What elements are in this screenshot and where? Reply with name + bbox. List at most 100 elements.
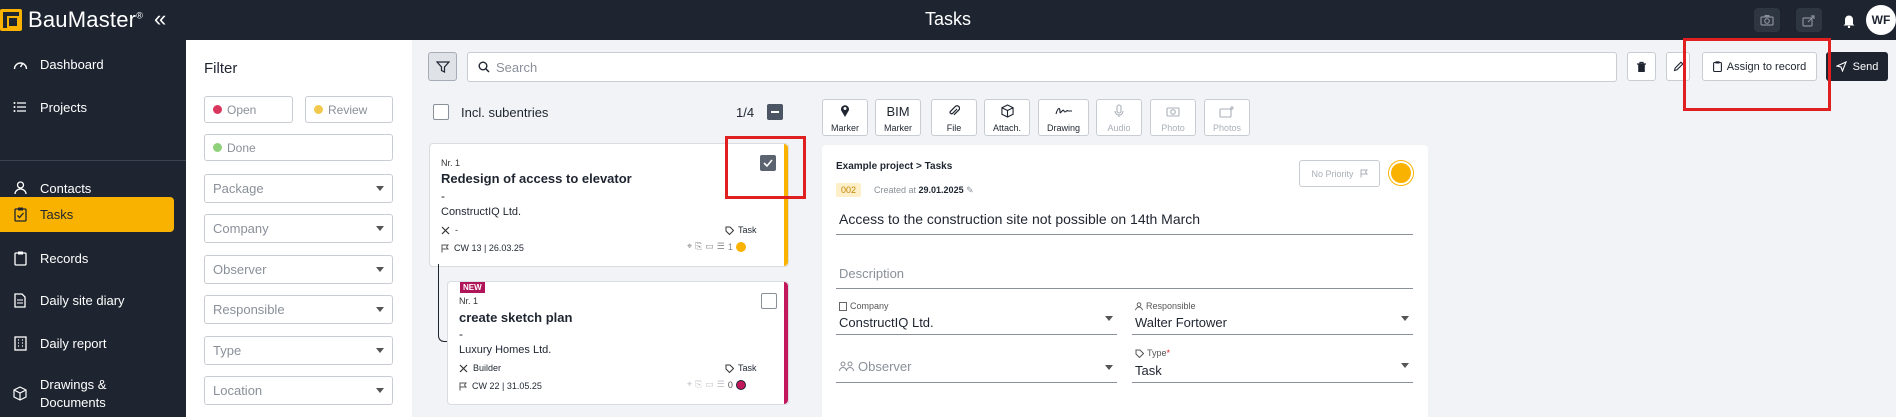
chevron-down-icon — [376, 226, 384, 231]
delete-button[interactable] — [1627, 52, 1656, 81]
task-deadline: CW 13 | 26.03.25 — [441, 243, 524, 253]
type-field[interactable]: Type * Task — [1132, 348, 1413, 383]
tab-drawing[interactable]: Drawing — [1038, 99, 1089, 136]
task-select-checkbox[interactable] — [760, 155, 776, 171]
incl-subentries-toggle[interactable]: Incl. subentries — [433, 104, 548, 120]
paperclip-icon: ⎘ — [695, 241, 703, 251]
edit-button[interactable] — [1666, 52, 1690, 81]
company-select[interactable]: Company — [204, 214, 393, 243]
package-select[interactable]: Package — [204, 174, 393, 203]
bell-icon[interactable] — [1836, 8, 1862, 32]
document-icon — [12, 292, 28, 308]
sidebar-divider — [0, 160, 186, 161]
paperclip-icon: ⎘ — [695, 379, 703, 389]
send-button[interactable]: Send — [1826, 52, 1888, 81]
tab-label: Photos — [1212, 123, 1242, 133]
type-value: Task — [1135, 363, 1162, 378]
add-photos-icon — [1219, 103, 1235, 119]
tab-photo[interactable]: Photo — [1150, 99, 1196, 136]
chip-label: Review — [328, 102, 368, 117]
breadcrumb[interactable]: Example project > Tasks — [836, 161, 952, 172]
sidebar-item-tasks[interactable]: Tasks — [0, 197, 174, 232]
search-input[interactable] — [496, 59, 1596, 75]
task-company: ConstructIQ Ltd. — [441, 206, 522, 218]
pin-icon — [840, 103, 850, 119]
incl-subentries-label: Incl. subentries — [461, 104, 549, 120]
type-select[interactable]: Type — [204, 336, 393, 365]
task-card[interactable]: Nr. 1 Redesign of access to elevator - C… — [429, 143, 789, 267]
share-icon[interactable] — [1796, 8, 1822, 32]
field-label-text: Observer — [858, 359, 912, 374]
task-meta-icons: ⌖ ⎘ ▭ ☰ 1 — [687, 241, 746, 252]
tab-label: Audio — [1107, 123, 1131, 133]
tab-bim-marker[interactable]: BIM Marker — [875, 99, 921, 136]
filter-chip-done[interactable]: Done — [204, 134, 393, 161]
chip-label: Open — [227, 102, 257, 117]
camera-icon[interactable] — [1754, 8, 1780, 32]
selection-count: 1/4 — [736, 105, 755, 120]
field-label-text: Type — [1147, 348, 1167, 358]
location-select[interactable]: Location — [204, 376, 393, 405]
send-label: Send — [1852, 60, 1879, 73]
observer-field[interactable]: Observer — [836, 348, 1117, 383]
observer-select[interactable]: Observer — [204, 255, 393, 284]
tab-audio[interactable]: Audio — [1096, 99, 1142, 136]
task-craft: Builder — [459, 363, 501, 373]
priority-button[interactable]: No Priority — [1299, 160, 1380, 187]
comment-icon: ▭ — [705, 379, 714, 389]
sidebar-item-drawings-documents[interactable]: Drawings & Documents — [0, 376, 174, 416]
sidebar-item-dashboard[interactable]: Dashboard — [0, 49, 174, 79]
company-field-label: Company — [839, 301, 889, 311]
sidebar-item-daily-report[interactable]: Daily report — [0, 328, 174, 358]
chevron-down-icon — [376, 307, 384, 312]
task-select-checkbox[interactable] — [761, 293, 777, 309]
tab-file[interactable]: File — [931, 99, 977, 136]
cube-icon — [1000, 103, 1014, 119]
responsible-select[interactable]: Responsible — [204, 295, 393, 324]
filter-chip-review[interactable]: Review — [305, 96, 393, 123]
tab-marker[interactable]: Marker — [822, 99, 868, 136]
filter-chip-open[interactable]: Open — [204, 96, 293, 123]
task-title-field[interactable]: Access to the construction site not poss… — [836, 203, 1413, 235]
status-circle-button[interactable] — [1389, 161, 1413, 185]
field-label-text: Company — [850, 301, 889, 311]
chevron-down-icon — [1105, 316, 1113, 321]
status-dot — [213, 143, 222, 152]
trash-icon — [1637, 61, 1646, 72]
cube-icon — [12, 385, 28, 401]
created-date: 29.01.2025 — [918, 185, 964, 195]
sidebar-item-projects[interactable]: Projects — [0, 92, 174, 122]
select-placeholder: Responsible — [213, 302, 285, 317]
chevron-down-icon — [376, 267, 384, 272]
deselect-all-button[interactable] — [767, 104, 783, 120]
avatar[interactable]: WF — [1866, 5, 1896, 35]
task-card[interactable]: NEW Nr. 1 create sketch plan - Luxury Ho… — [447, 281, 789, 405]
task-type-label: Task — [738, 225, 757, 235]
select-placeholder: Company — [213, 221, 269, 236]
status-dot — [213, 105, 222, 114]
priority-label: No Priority — [1311, 168, 1354, 179]
search-field[interactable] — [467, 52, 1617, 82]
incl-subentries-checkbox[interactable] — [433, 104, 449, 120]
sidebar-item-label: Daily site diary — [40, 292, 125, 308]
toggle-filter-button[interactable] — [428, 52, 457, 81]
tab-photos[interactable]: Photos — [1204, 99, 1250, 136]
tab-label: File — [946, 123, 962, 133]
pencil-icon[interactable]: ✎ — [966, 185, 974, 195]
responsible-field[interactable]: Responsible Walter Fortower — [1132, 301, 1413, 335]
task-detail-panel: Example project > Tasks 002 Created at 2… — [822, 145, 1428, 417]
task-deadline-label: CW 22 | 31.05.25 — [472, 381, 542, 391]
status-dot — [314, 105, 323, 114]
tab-attach[interactable]: Attach. — [984, 99, 1030, 136]
sidebar-item-daily-site-diary[interactable]: Daily site diary — [0, 285, 174, 315]
status-stripe — [784, 144, 788, 266]
company-field[interactable]: Company ConstructIQ Ltd. — [836, 301, 1117, 335]
pencil-icon — [1673, 61, 1684, 72]
task-deadline-label: CW 13 | 26.03.25 — [454, 243, 524, 253]
flag-icon — [459, 382, 467, 390]
description-field[interactable]: Description — [836, 259, 1413, 289]
assign-to-record-button[interactable]: Assign to record — [1702, 52, 1817, 81]
location-pin-icon: ⌖ — [687, 379, 693, 389]
sidebar-item-records[interactable]: Records — [0, 243, 174, 273]
group-icon — [839, 361, 854, 372]
